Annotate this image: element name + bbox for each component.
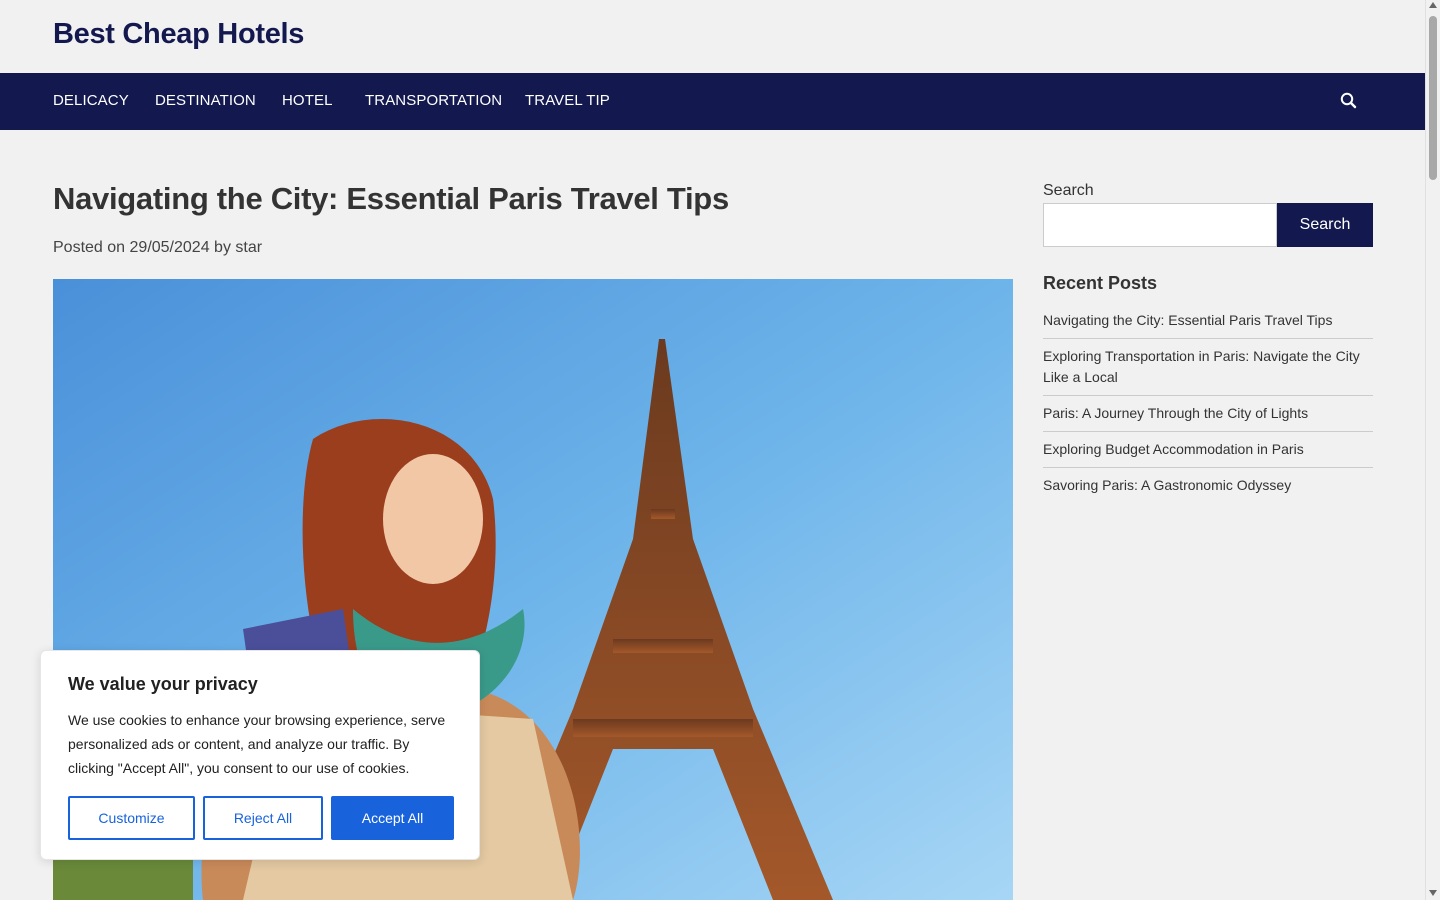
site-header: Best Cheap Hotels [0,0,1440,73]
page-scrollbar[interactable] [1425,0,1440,900]
nav-item-delicacy[interactable]: DELICACY [53,92,129,109]
search-label: Search [1043,182,1094,199]
meta-prefix: Posted on [53,239,126,256]
sidebar: Search Search Recent Posts Navigating th… [1043,182,1373,503]
main-nav: DELICACY DESTINATION HOTEL TRANSPORTATIO… [0,73,1425,130]
search-button[interactable]: Search [1277,203,1373,247]
post-author-link[interactable]: star [235,239,262,256]
cookie-text: We use cookies to enhance your browsing … [68,712,446,776]
scroll-down-arrow-icon[interactable] [1429,890,1437,896]
search-icon[interactable] [1339,91,1359,111]
post-meta: Posted on 29/05/2024 by star [53,239,262,257]
site-title[interactable]: Best Cheap Hotels [53,18,304,51]
recent-post-link[interactable]: Paris: A Journey Through the City of Lig… [1043,396,1373,432]
grass-shape [53,859,193,900]
post-date-link[interactable]: 29/05/2024 [130,239,210,256]
scrollbar-thumb[interactable] [1429,16,1437,180]
nav-item-destination[interactable]: DESTINATION [155,92,256,109]
recent-post-link[interactable]: Navigating the City: Essential Paris Tra… [1043,310,1373,339]
customize-button[interactable]: Customize [68,796,195,840]
nav-item-hotel[interactable]: HOTEL [282,92,333,109]
reject-all-button[interactable]: Reject All [203,796,323,840]
scroll-up-arrow-icon[interactable] [1429,2,1437,8]
recent-posts-list: Navigating the City: Essential Paris Tra… [1043,310,1373,503]
post-title: Navigating the City: Essential Paris Tra… [53,181,729,216]
recent-post-link[interactable]: Savoring Paris: A Gastronomic Odyssey [1043,468,1373,503]
search-input[interactable] [1043,203,1277,247]
meta-by: by [214,239,231,256]
accept-all-button[interactable]: Accept All [331,796,454,840]
nav-item-transportation[interactable]: TRANSPORTATION [365,92,502,109]
recent-posts-heading: Recent Posts [1043,273,1158,293]
cookie-consent-banner: We value your privacy We use cookies to … [40,650,480,860]
recent-post-link[interactable]: Exploring Transportation in Paris: Navig… [1043,339,1373,396]
search-form: Search [1043,203,1373,247]
recent-post-link[interactable]: Exploring Budget Accommodation in Paris [1043,432,1373,468]
cookie-title: We value your privacy [68,674,258,694]
nav-item-travel-tip[interactable]: TRAVEL TIP [525,92,610,109]
